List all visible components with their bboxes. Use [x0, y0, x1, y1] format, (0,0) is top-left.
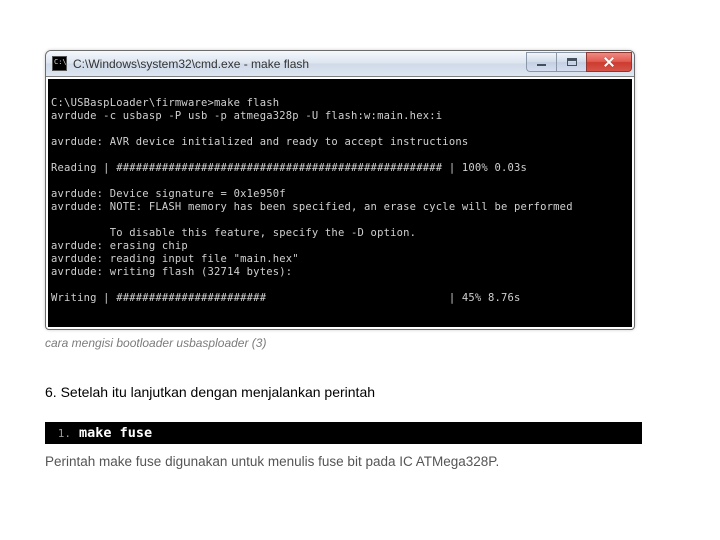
terminal-line: avrdude: NOTE: FLASH memory has been spe…	[51, 201, 573, 213]
terminal-line: avrdude: AVR device initialized and read…	[51, 136, 468, 148]
code-block: 1. make fuse	[45, 422, 642, 444]
close-icon	[603, 56, 615, 68]
cmd-window: C:\Windows\system32\cmd.exe - make flash…	[45, 50, 635, 330]
terminal-output: C:\USBaspLoader\firmware>make flash avrd…	[48, 79, 632, 327]
cmd-icon	[52, 56, 67, 71]
minimize-button[interactable]	[526, 52, 556, 72]
terminal-line: avrdude -c usbasp -P usb -p atmega328p -…	[51, 110, 442, 122]
minimize-icon	[537, 64, 546, 66]
terminal-line: avrdude: erasing chip	[51, 240, 188, 252]
terminal-line: avrdude: writing flash (32714 bytes):	[51, 266, 292, 278]
code-line: 1. make fuse	[45, 422, 642, 444]
code-line-number: 1.	[45, 427, 79, 440]
figure-caption: cara mengisi bootloader usbasploader (3)	[45, 336, 675, 350]
explanation-text: Perintah make fuse digunakan untuk menul…	[45, 454, 675, 469]
close-button[interactable]	[586, 52, 632, 72]
terminal-line: avrdude: Device signature = 0x1e950f	[51, 188, 286, 200]
window-controls	[526, 52, 632, 72]
terminal-line: C:\USBaspLoader\firmware>make flash	[51, 97, 279, 109]
titlebar: C:\Windows\system32\cmd.exe - make flash	[46, 51, 634, 77]
terminal-line: To disable this feature, specify the -D …	[51, 227, 416, 239]
terminal-line: Reading | ##############################…	[51, 162, 527, 174]
step-instruction: 6. Setelah itu lanjutkan dengan menjalan…	[45, 384, 675, 400]
terminal-line: avrdude: reading input file "main.hex"	[51, 253, 299, 265]
code-command: make fuse	[79, 425, 152, 441]
maximize-icon	[567, 58, 577, 66]
terminal-line: Writing | ####################### | 45% …	[51, 292, 521, 304]
maximize-button[interactable]	[556, 52, 586, 72]
window-title: C:\Windows\system32\cmd.exe - make flash	[73, 57, 526, 71]
